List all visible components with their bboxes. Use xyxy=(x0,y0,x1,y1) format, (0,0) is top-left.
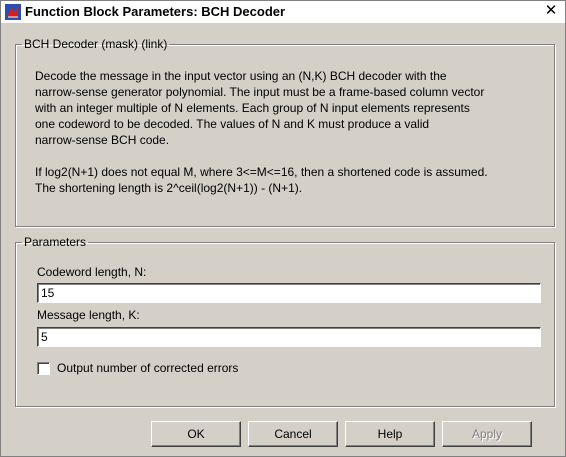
description-line: Decode the message in the input vector u… xyxy=(35,69,447,83)
description-line: narrow-sense generator polynomial. The i… xyxy=(35,85,485,99)
description-line: with an integer multiple of N elements. … xyxy=(35,101,470,115)
title-bar[interactable]: Function Block Parameters: BCH Decoder ✕ xyxy=(1,1,565,23)
codeword-length-label: Codeword length, N: xyxy=(37,265,147,279)
description-line: The shortening length is 2^ceil(log2(N+1… xyxy=(35,181,303,195)
codeword-length-input[interactable] xyxy=(37,283,541,303)
apply-button[interactable]: Apply xyxy=(442,421,532,447)
description-line: If log2(N+1) does not equal M, where 3<=… xyxy=(35,165,488,179)
dialog-window: Function Block Parameters: BCH Decoder ✕… xyxy=(0,0,566,457)
message-length-input[interactable] xyxy=(37,327,541,347)
window-title: Function Block Parameters: BCH Decoder xyxy=(25,4,286,19)
ok-button[interactable]: OK xyxy=(151,421,241,447)
message-length-label: Message length, K: xyxy=(37,308,140,322)
description-text: Decode the message in the input vector u… xyxy=(15,37,555,227)
simulink-app-icon xyxy=(5,4,21,20)
help-button[interactable]: Help xyxy=(345,421,435,447)
corrected-errors-label[interactable]: Output number of corrected errors xyxy=(57,361,238,375)
description-line: one codeword to be decoded. The values o… xyxy=(35,117,430,131)
close-icon[interactable]: ✕ xyxy=(543,3,559,19)
parameters-content: Codeword length, N: Message length, K: O… xyxy=(15,235,555,407)
cancel-button[interactable]: Cancel xyxy=(248,421,338,447)
corrected-errors-checkbox[interactable] xyxy=(37,362,50,375)
description-line: narrow-sense BCH code. xyxy=(35,133,170,147)
